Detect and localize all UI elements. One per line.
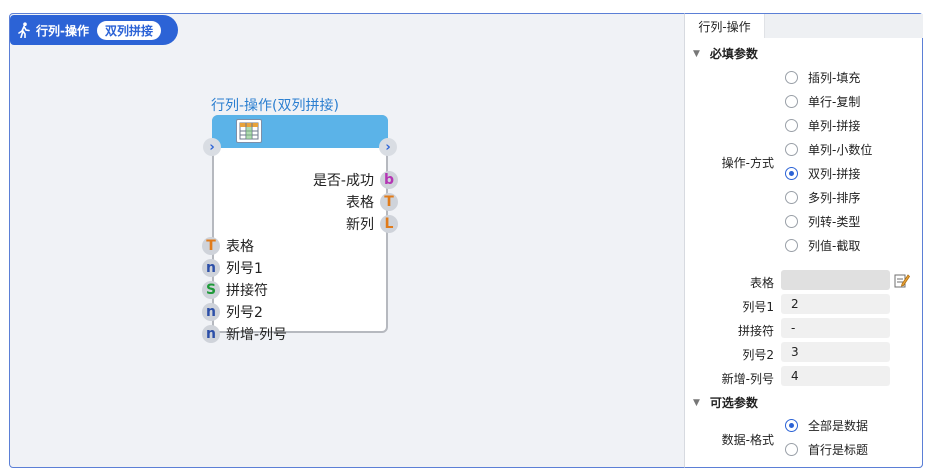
output-label: 新列 [346,217,374,233]
workflow-title: 行列-操作 [36,23,89,38]
table-port-icon[interactable]: T [202,237,220,255]
input-label: 表格 [226,239,254,255]
number-port-icon[interactable]: n [202,303,220,321]
operation-node[interactable]: › › 是否-成功 b 表格 T 新列 L T 表格 n 列号1 S 拼接符 n… [202,115,398,343]
column1-field[interactable]: 2 [781,294,890,314]
workflow-title-tag[interactable]: 行列-操作 双列拼接 [10,15,178,45]
field-label: 表格 [749,276,774,290]
input-port-row[interactable]: T 表格 [202,236,254,256]
node-header[interactable] [212,115,388,148]
collapse-triangle-icon: ▼ [693,397,700,408]
radio-button[interactable] [785,442,798,456]
output-port-row[interactable]: 是否-成功 b [313,170,398,190]
option-label: 单行-复制 [808,94,861,109]
option-label: 单列-小数位 [808,142,873,157]
walking-person-icon [16,22,32,38]
radio-button-checked[interactable] [785,166,798,180]
input-port-row[interactable]: S 拼接符 [202,280,268,300]
table-icon [236,119,262,143]
separator-field[interactable]: - [781,318,890,338]
new-column-field[interactable]: 4 [781,366,890,386]
radio-button[interactable] [785,190,798,204]
number-port-icon[interactable]: n [202,325,220,343]
optional-section-header[interactable]: ▼ 可选参数 [693,394,758,411]
field-label: 列号2 [742,348,774,362]
output-label: 是否-成功 [312,173,374,189]
radio-button[interactable] [785,118,798,132]
option-label: 列转-类型 [808,214,861,229]
option-label: 插列-填充 [808,70,861,85]
option-label: 双列-拼接 [808,166,861,181]
section-title: 可选参数 [709,396,758,410]
option-label: 全部是数据 [808,418,869,433]
section-title: 必填参数 [709,47,758,61]
field-label: 拼接符 [737,324,774,338]
output-port-row[interactable]: 新列 L [346,214,398,234]
flow-out-arrow-icon[interactable]: › [379,138,397,156]
radio-button[interactable] [785,142,798,156]
table-field[interactable] [781,270,890,290]
option-label: 列值-截取 [808,238,861,253]
input-label: 列号2 [226,305,263,321]
radio-button[interactable] [785,214,798,228]
boolean-port-icon[interactable]: b [380,171,398,189]
operation-option[interactable]: 单列-小数位 [785,139,872,159]
field-label: 新增-列号 [721,372,774,386]
operation-label: 操作-方式 [721,156,774,170]
properties-panel: 行列-操作 ▼ 必填参数 操作-方式 插列-填充 单行-复制 单列-拼接 单列-… [684,13,923,468]
operation-option[interactable]: 单列-拼接 [785,115,860,135]
required-section-header[interactable]: ▼ 必填参数 [693,45,758,62]
input-port-row[interactable]: n 列号1 [202,258,263,278]
option-label: 单列-拼接 [808,118,861,133]
operation-option[interactable]: 多列-排序 [785,187,860,207]
option-label: 首行是标题 [808,442,869,457]
data-format-option[interactable]: 首行是标题 [785,439,868,459]
input-label: 拼接符 [226,283,268,299]
column2-field[interactable]: 3 [781,342,890,362]
input-label: 列号1 [226,261,263,277]
node-title: 行列-操作(双列拼接) [211,98,339,114]
edit-icon[interactable] [894,272,911,288]
operation-option[interactable]: 列值-截取 [785,235,860,255]
radio-button[interactable] [785,238,798,252]
data-format-label: 数据-格式 [721,433,774,447]
radio-button[interactable] [785,94,798,108]
input-port-row[interactable]: n 新增-列号 [202,324,287,344]
option-label: 多列-排序 [808,190,861,205]
operation-option-selected[interactable]: 双列-拼接 [785,163,860,183]
radio-button[interactable] [785,70,798,84]
radio-button-checked[interactable] [785,418,798,432]
output-port-row[interactable]: 表格 T [346,192,398,212]
table-port-icon[interactable]: T [380,193,398,211]
string-port-icon[interactable]: S [202,281,220,299]
field-label: 列号1 [742,300,774,314]
operation-option[interactable]: 列转-类型 [785,211,860,231]
output-label: 表格 [346,195,374,211]
operation-option[interactable]: 插列-填充 [785,67,860,87]
flow-in-arrow-icon[interactable]: › [203,138,221,156]
tab-operation[interactable]: 行列-操作 [685,14,765,38]
operation-badge: 双列拼接 [96,20,161,40]
list-port-icon[interactable]: L [380,215,398,233]
input-port-row[interactable]: n 列号2 [202,302,263,322]
collapse-triangle-icon: ▼ [693,48,700,59]
data-format-option-selected[interactable]: 全部是数据 [785,415,868,435]
operation-option[interactable]: 单行-复制 [785,91,860,111]
input-label: 新增-列号 [226,327,288,343]
number-port-icon[interactable]: n [202,259,220,277]
